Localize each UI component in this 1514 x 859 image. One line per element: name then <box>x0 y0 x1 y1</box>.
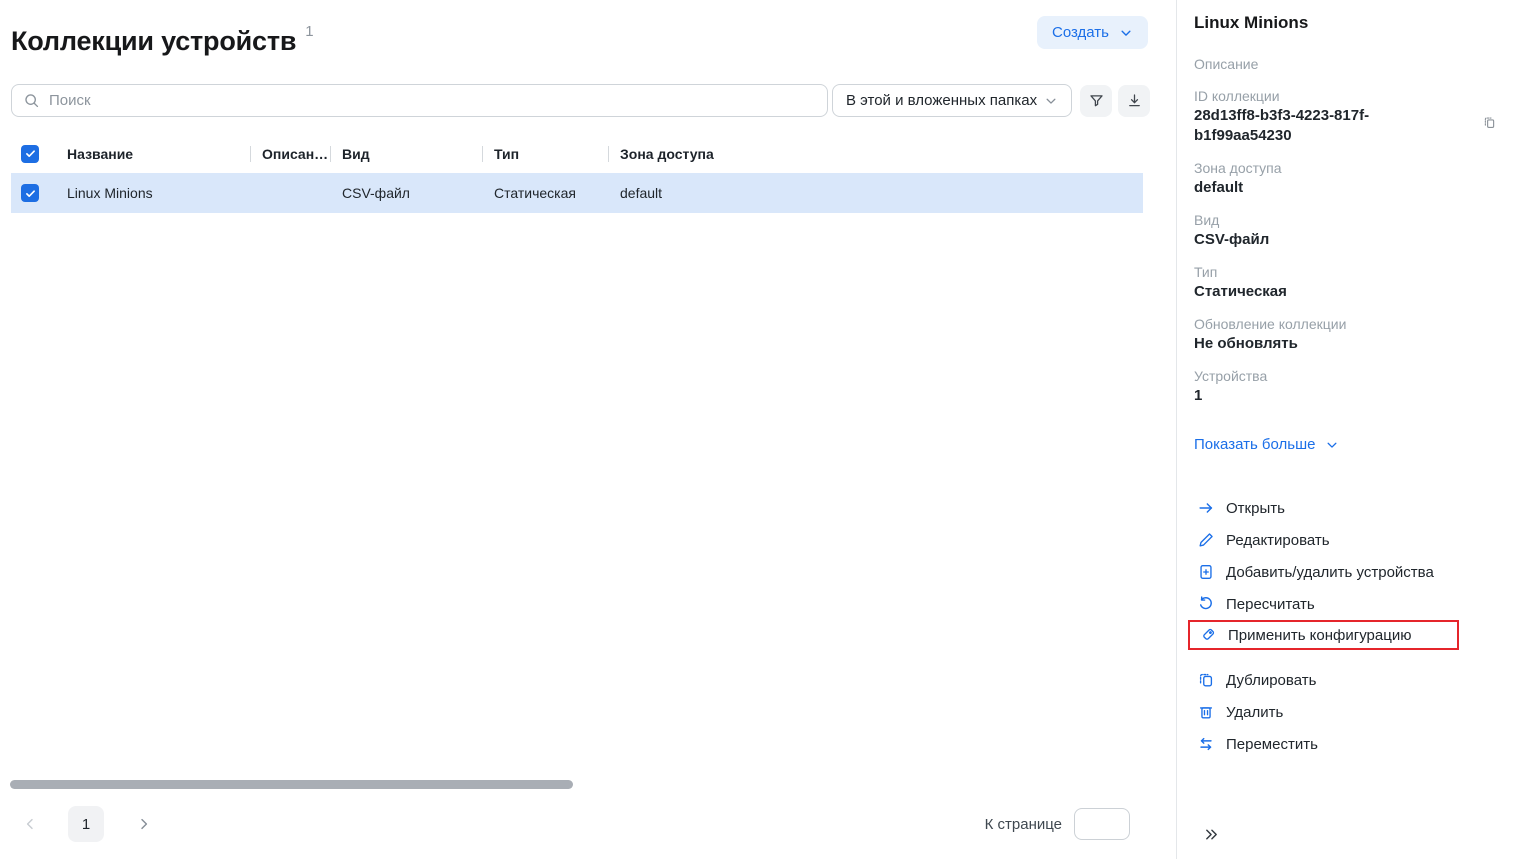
details-sidebar: Linux Minions Описание ID коллекции 28d1… <box>1176 0 1514 859</box>
cell-access-zone: default <box>608 185 1143 201</box>
field-value: default <box>1194 178 1456 198</box>
search-box[interactable] <box>11 84 828 117</box>
export-button[interactable] <box>1118 85 1150 117</box>
horizontal-scrollbar-thumb[interactable] <box>10 780 573 789</box>
field-type: Тип Статическая <box>1194 262 1497 302</box>
action-move[interactable]: Переместить <box>1194 728 1497 760</box>
field-devices: Устройства 1 <box>1194 366 1497 406</box>
cell-type: Статическая <box>482 185 608 201</box>
select-all-checkbox[interactable] <box>21 145 39 163</box>
next-page-button[interactable] <box>130 810 158 838</box>
field-value: 1 <box>1194 386 1456 406</box>
row-checkbox[interactable] <box>21 184 39 202</box>
pencil-icon <box>1197 531 1215 549</box>
action-add-remove-devices[interactable]: Добавить/удалить устройства <box>1194 556 1497 588</box>
collapse-sidebar-button[interactable] <box>1201 824 1222 845</box>
action-open[interactable]: Открыть <box>1194 492 1497 524</box>
page-title: Коллекции устройств 1 <box>11 12 313 61</box>
action-delete[interactable]: Удалить <box>1194 696 1497 728</box>
page-number-button[interactable]: 1 <box>68 806 104 842</box>
field-collection-update: Обновление коллекции Не обновлять <box>1194 314 1497 354</box>
pagination: 1 К странице <box>11 806 1130 842</box>
chevron-down-icon <box>1119 26 1133 40</box>
refresh-icon <box>1197 595 1215 613</box>
action-label: Редактировать <box>1226 532 1330 549</box>
file-plus-icon <box>1197 563 1215 581</box>
row-select-cell <box>11 184 55 202</box>
collection-id-value: 28d13ff8-b3f3-4223-817f-b1f99aa54230 <box>1194 106 1456 146</box>
trash-icon <box>1197 703 1215 721</box>
field-label: Тип <box>1194 262 1497 282</box>
field-collection-id: ID коллекции 28d13ff8-b3f3-4223-817f-b1f… <box>1194 86 1497 146</box>
show-more-label: Показать больше <box>1194 436 1315 453</box>
action-duplicate[interactable]: Дублировать <box>1194 664 1497 696</box>
column-header-description[interactable]: Описание <box>250 146 330 162</box>
action-edit[interactable]: Редактировать <box>1194 524 1497 556</box>
goto-page-label: К странице <box>985 816 1062 833</box>
folder-scope-select[interactable]: В этой и вложенных папках <box>832 84 1072 117</box>
field-kind: Вид CSV-файл <box>1194 210 1497 250</box>
toolbar: В этой и вложенных папках <box>11 84 1176 117</box>
show-more-link[interactable]: Показать больше <box>1194 436 1497 453</box>
field-access-zone: Зона доступа default <box>1194 158 1497 198</box>
search-input[interactable] <box>49 92 816 109</box>
folder-scope-value: В этой и вложенных папках <box>846 92 1037 109</box>
action-recalculate[interactable]: Пересчитать <box>1194 588 1497 620</box>
field-label: ID коллекции <box>1194 86 1497 106</box>
field-label: Устройства <box>1194 366 1497 386</box>
cell-name: Linux Minions <box>55 185 250 201</box>
field-value: Статическая <box>1194 282 1456 302</box>
field-value: Не обновлять <box>1194 334 1456 354</box>
column-header-type[interactable]: Тип <box>482 146 608 162</box>
cell-kind: CSV-файл <box>330 185 482 201</box>
previous-page-button[interactable] <box>16 810 44 838</box>
goto-page-input[interactable] <box>1074 808 1130 840</box>
copy-id-button[interactable] <box>1480 113 1499 132</box>
page-header: Коллекции устройств 1 Создать <box>0 12 1176 61</box>
chevron-left-icon <box>22 816 38 832</box>
create-button-label: Создать <box>1052 24 1109 41</box>
action-label: Дублировать <box>1226 672 1316 689</box>
download-icon <box>1126 92 1143 109</box>
action-label: Открыть <box>1226 500 1285 517</box>
column-header-kind[interactable]: Вид <box>330 146 482 162</box>
field-value: CSV-файл <box>1194 230 1456 250</box>
field-description: Описание <box>1194 54 1497 74</box>
details-title: Linux Minions <box>1194 13 1497 33</box>
collections-table: Название Описание Вид Тип Зона доступа L… <box>11 137 1143 213</box>
main-panel: Коллекции устройств 1 Создать В этой и вл… <box>0 0 1176 859</box>
table-header-row: Название Описание Вид Тип Зона доступа <box>11 137 1143 170</box>
double-chevron-right-icon <box>1203 826 1220 843</box>
field-label: Обновление коллекции <box>1194 314 1497 334</box>
action-label: Пересчитать <box>1226 596 1315 613</box>
action-apply-configuration[interactable]: Применить конфигурацию <box>1188 620 1459 650</box>
field-label: Описание <box>1194 54 1497 74</box>
page-title-text: Коллекции устройств <box>11 26 296 56</box>
duplicate-icon <box>1197 671 1215 689</box>
action-label: Удалить <box>1226 704 1283 721</box>
collections-count: 1 <box>305 23 313 40</box>
move-icon <box>1197 735 1215 753</box>
funnel-icon <box>1088 92 1105 109</box>
select-all-cell <box>11 145 55 163</box>
action-label: Применить конфигурацию <box>1228 627 1411 644</box>
action-label: Добавить/удалить устройства <box>1226 564 1434 581</box>
chevron-down-icon <box>1325 438 1339 452</box>
chevron-down-icon <box>1044 94 1058 108</box>
chevron-right-icon <box>136 816 152 832</box>
primary-actions: Открыть Редактировать Добавить/удалить у… <box>1194 492 1497 650</box>
arrow-right-icon <box>1197 499 1215 517</box>
copy-icon <box>1482 115 1497 130</box>
tag-icon <box>1199 626 1217 644</box>
secondary-actions: Дублировать Удалить Переместить <box>1194 664 1497 760</box>
field-label: Вид <box>1194 210 1497 230</box>
field-label: Зона доступа <box>1194 158 1497 178</box>
action-label: Переместить <box>1226 736 1318 753</box>
filter-button[interactable] <box>1080 85 1112 117</box>
search-icon <box>23 92 40 109</box>
column-header-access-zone[interactable]: Зона доступа <box>608 146 1143 162</box>
column-header-name[interactable]: Название <box>55 146 250 162</box>
create-button[interactable]: Создать <box>1037 16 1148 49</box>
table-row[interactable]: Linux Minions CSV-файл Статическая defau… <box>11 173 1143 213</box>
